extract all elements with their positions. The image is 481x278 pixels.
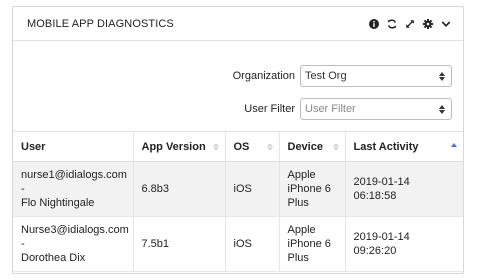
device-line: iPhone 6 bbox=[287, 183, 331, 195]
user-name: Flo Nightingale bbox=[21, 197, 95, 209]
sort-icon[interactable] bbox=[332, 143, 339, 150]
panel-toolbar bbox=[369, 18, 451, 29]
column-header-app-version[interactable]: App Version bbox=[133, 131, 226, 162]
column-header-last-activity[interactable]: Last Activity bbox=[345, 131, 463, 162]
organization-label: Organization bbox=[232, 70, 295, 82]
table-row[interactable]: nurse1@idialogs.com - Flo Nightingale 6.8… bbox=[13, 161, 463, 217]
device-cell: Apple iPhone 6 Plus bbox=[279, 216, 346, 272]
os-cell: iOS bbox=[225, 216, 280, 272]
panel-header: MOBILE APP DIAGNOSTICS bbox=[13, 7, 463, 41]
user-email: Nurse3@idialogs.com - bbox=[21, 224, 129, 250]
activity-time: 06:18:58 bbox=[353, 190, 397, 202]
activity-time: 09:26:20 bbox=[353, 245, 397, 257]
device-cell: Apple iPhone 6 Plus bbox=[279, 161, 346, 217]
select-caret-icon bbox=[439, 104, 445, 114]
device-line: Plus bbox=[287, 197, 309, 209]
user-filter-label: User Filter bbox=[244, 103, 295, 115]
last-activity-cell: 2019-01-14 09:26:20 bbox=[345, 216, 463, 272]
refresh-icon[interactable] bbox=[387, 18, 397, 29]
expand-icon[interactable] bbox=[405, 19, 415, 29]
gear-icon[interactable] bbox=[423, 18, 433, 29]
user-email: nurse1@idialogs.com - bbox=[21, 169, 127, 195]
sort-icon[interactable] bbox=[212, 143, 219, 150]
select-caret-icon bbox=[439, 71, 445, 81]
column-header-label: Device bbox=[287, 140, 323, 153]
os-cell: iOS bbox=[225, 161, 280, 217]
organization-filter-row: Organization Test Org bbox=[233, 65, 452, 87]
column-header-label: OS bbox=[233, 140, 250, 153]
column-header-label: Last Activity bbox=[353, 140, 419, 153]
organization-select[interactable]: Test Org bbox=[300, 65, 452, 87]
user-cell: nurse1@idialogs.com - Flo Nightingale bbox=[13, 161, 134, 217]
column-header-label: User bbox=[21, 140, 46, 153]
filters-area: Organization Test Org User Filter User F… bbox=[13, 41, 463, 131]
user-filter-placeholder: User Filter bbox=[305, 103, 356, 115]
app-version-cell: 6.8b3 bbox=[133, 161, 226, 217]
sort-icon[interactable] bbox=[266, 143, 273, 150]
app-version-cell: 7.5b1 bbox=[133, 216, 226, 272]
user-filter-select[interactable]: User Filter bbox=[300, 98, 452, 120]
table-row[interactable]: Nurse3@idialogs.com - Dorothea Dix 7.5b1 … bbox=[13, 216, 463, 272]
activity-date: 2019-01-14 bbox=[353, 176, 410, 188]
chevron-down-icon[interactable] bbox=[441, 19, 451, 29]
column-header-user[interactable]: User bbox=[13, 131, 134, 162]
device-line: iPhone 6 bbox=[287, 238, 331, 250]
column-header-label: App Version bbox=[141, 140, 206, 153]
column-header-device[interactable]: Device bbox=[279, 131, 346, 162]
table-header-row: User App Version OS Device Last Activity bbox=[13, 131, 463, 162]
device-line: Plus bbox=[287, 252, 309, 264]
user-filter-row: User Filter User Filter bbox=[244, 98, 452, 120]
organization-select-value: Test Org bbox=[305, 70, 347, 82]
user-cell: Nurse3@idialogs.com - Dorothea Dix bbox=[13, 216, 134, 272]
diagnostics-panel: MOBILE APP DIAGNOSTICS Organization Test… bbox=[12, 6, 464, 274]
diagnostics-table: User App Version OS Device Last Activity… bbox=[13, 131, 463, 272]
panel-title: MOBILE APP DIAGNOSTICS bbox=[27, 17, 174, 30]
sort-ascending-icon[interactable] bbox=[451, 142, 457, 151]
device-line: Apple bbox=[287, 169, 316, 181]
activity-date: 2019-01-14 bbox=[353, 231, 410, 243]
info-icon[interactable] bbox=[369, 18, 379, 29]
device-line: Apple bbox=[287, 224, 316, 236]
user-name: Dorothea Dix bbox=[21, 252, 86, 264]
last-activity-cell: 2019-01-14 06:18:58 bbox=[345, 161, 463, 217]
column-header-os[interactable]: OS bbox=[225, 131, 280, 162]
